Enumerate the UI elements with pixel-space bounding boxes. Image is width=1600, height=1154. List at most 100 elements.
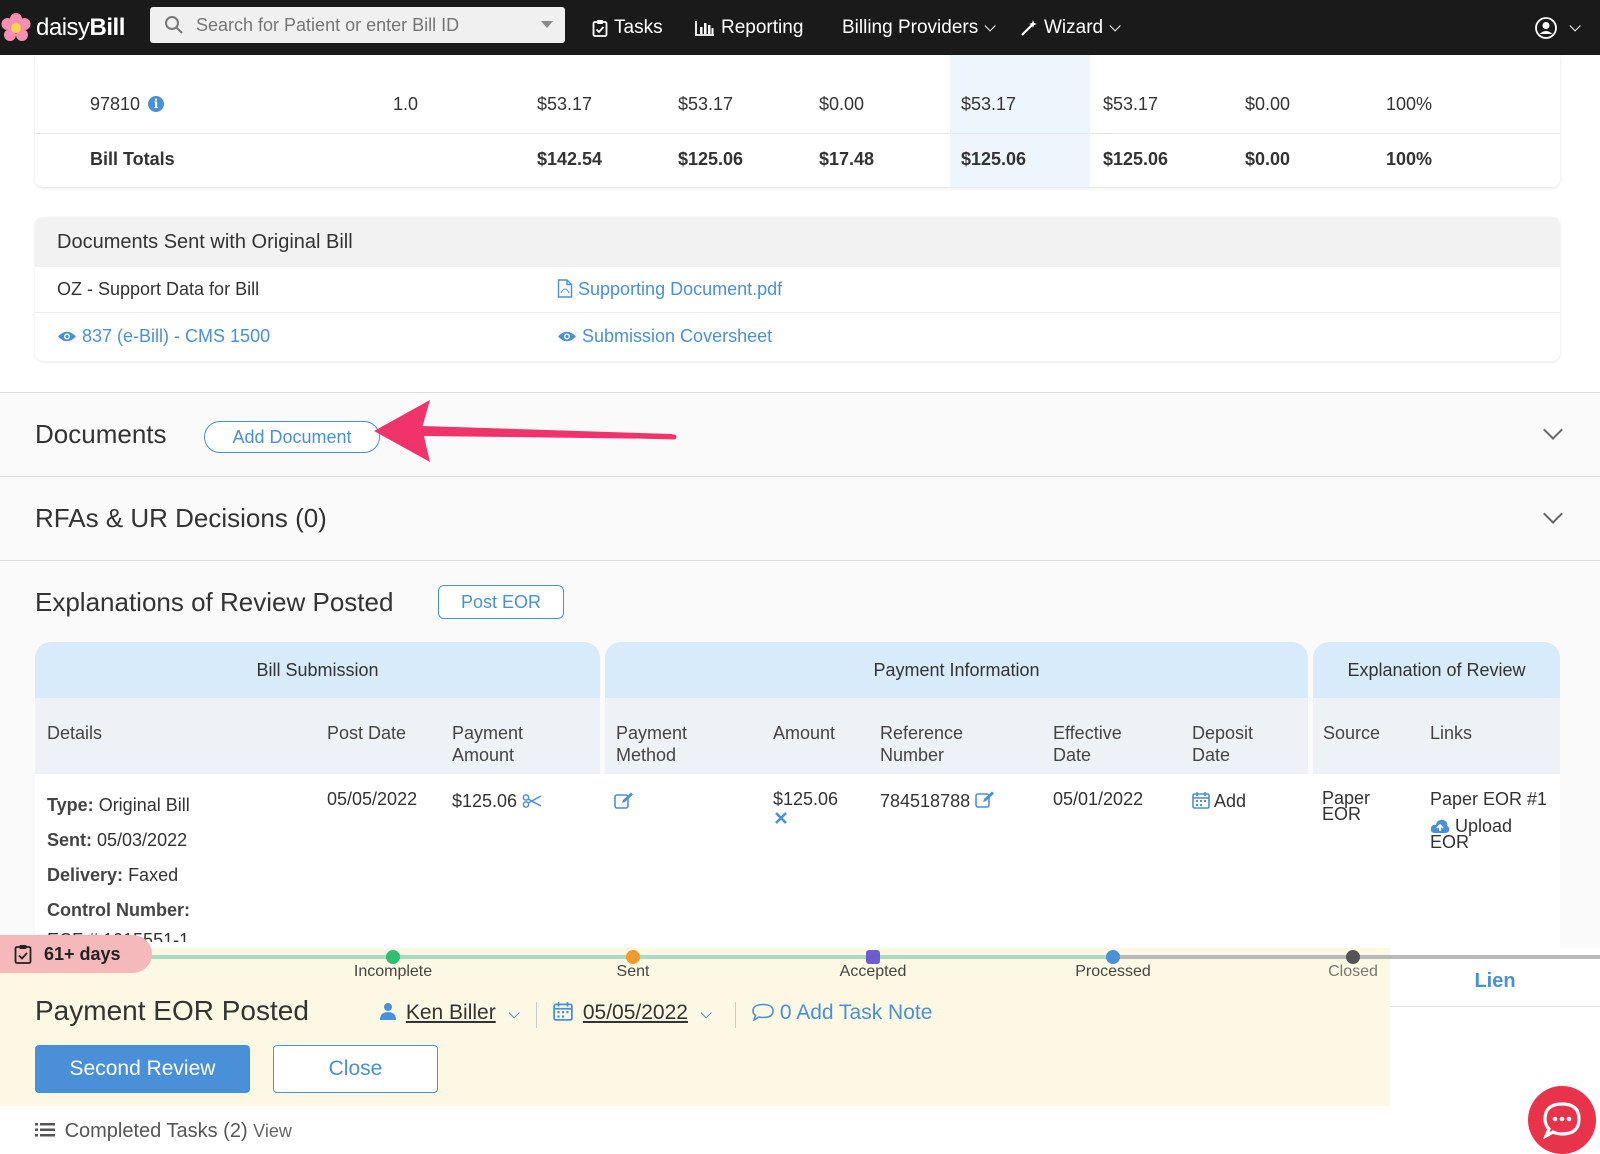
original-docs-title: Documents Sent with Original Bill — [35, 217, 1560, 267]
detail-sent: Sent: 05/03/2022 — [47, 830, 188, 850]
chevron-down-icon — [1109, 19, 1121, 32]
add-deposit-date-link[interactable]: Add — [1192, 790, 1246, 812]
step-closed-dot-icon — [1346, 950, 1360, 964]
payment-information-group-header: Payment Information — [605, 642, 1308, 698]
nav-wizard[interactable]: Wizard — [1020, 0, 1121, 55]
rfas-title: RFAs & UR Decisions (0) — [35, 503, 327, 533]
chevron-down-icon[interactable] — [1543, 504, 1563, 524]
col-amount: Amount — [773, 723, 836, 743]
paper-eor-link[interactable]: Paper EOR #1 — [1430, 788, 1547, 810]
remove-x-icon[interactable] — [775, 812, 787, 824]
daisybill-logo[interactable]: daisyBill — [0, 0, 148, 55]
assignee-dropdown[interactable]: Ken Biller — [380, 1001, 520, 1025]
post-date-value: 05/05/2022 — [327, 789, 418, 809]
step-incomplete-check-icon — [386, 950, 400, 964]
chevron-down-icon[interactable] — [1543, 420, 1563, 440]
task-date-dropdown[interactable]: 05/05/2022 — [553, 1001, 712, 1025]
step-accepted-check-icon — [866, 950, 880, 964]
comment-icon — [752, 1003, 774, 1022]
user-icon — [380, 1003, 396, 1020]
second-review-button[interactable]: Second Review — [35, 1045, 250, 1093]
chat-bubble-icon — [1542, 1102, 1581, 1139]
total-balance: $17.48 — [819, 149, 875, 169]
line-items-table — [35, 55, 1560, 187]
chat-button[interactable] — [1528, 1086, 1596, 1154]
task-side-panel: Lien — [1390, 948, 1600, 1106]
calendar-icon — [553, 1002, 573, 1021]
patient-search[interactable] — [150, 7, 565, 43]
post-eor-button[interactable]: Post EOR — [438, 585, 564, 619]
chevron-down-icon — [984, 19, 997, 32]
magic-wand-icon — [1021, 19, 1037, 36]
total-expected: $125.06 — [961, 149, 1027, 169]
col-deposit-date: Deposit Date — [1192, 723, 1254, 765]
bill-totals-label: Bill Totals — [90, 149, 175, 169]
step-label: Processed — [1075, 963, 1151, 980]
list-icon — [35, 1123, 55, 1137]
add-document-button[interactable]: Add Document — [204, 421, 380, 453]
close-button[interactable]: Close — [273, 1045, 438, 1093]
divider — [536, 1002, 537, 1028]
view-completed-link[interactable]: View — [253, 1121, 292, 1141]
col-payment-amount: Payment Amount — [452, 723, 524, 765]
nav-reporting[interactable]: Reporting — [695, 0, 803, 55]
chevron-down-icon — [1569, 19, 1581, 32]
pdf-file-icon — [557, 279, 573, 298]
original-bill-documents: Documents Sent with Original Bill OZ - S… — [35, 217, 1560, 361]
task-status-title: Payment EOR Posted — [35, 995, 309, 1026]
nav-wizard-label: Wizard — [1044, 16, 1104, 38]
paid-cell: $53.17 — [1103, 94, 1159, 114]
total-paid: $125.06 — [1103, 149, 1169, 169]
eye-icon — [58, 331, 76, 342]
step-label: Sent — [616, 963, 650, 980]
col-source: Source — [1323, 723, 1381, 743]
nav-tasks-label: Tasks — [614, 16, 663, 38]
rfas-section: RFAs & UR Decisions (0) — [0, 476, 1600, 560]
expected-cell: $53.17 — [961, 94, 1017, 114]
search-icon — [165, 16, 183, 34]
add-task-note-link[interactable]: 0 Add Task Note — [752, 1001, 932, 1025]
effective-date-value: 05/01/2022 — [1053, 789, 1144, 809]
clipboard-check-icon — [14, 945, 32, 964]
search-dropdown-caret-icon[interactable] — [541, 21, 553, 28]
info-icon[interactable]: i — [148, 96, 165, 112]
user-menu[interactable] — [1535, 0, 1581, 55]
charge-cell: $53.17 — [537, 94, 593, 114]
col-links: Links — [1430, 723, 1473, 743]
divider — [1390, 1006, 1600, 1007]
detail-type: Type: Original Bill — [47, 795, 190, 815]
document-row: 837 (e-Bill) - CMS 1500 Submission Cover… — [35, 313, 1560, 359]
total-fee-schedule: $125.06 — [678, 149, 744, 169]
source-value: Paper EOR — [1322, 788, 1371, 824]
submission-coversheet-link[interactable]: Submission Coversheet — [557, 326, 772, 347]
eor-title: Explanations of Review Posted — [35, 587, 394, 617]
nav-tasks[interactable]: Tasks — [592, 0, 663, 55]
col-post-date: Post Date — [327, 723, 407, 743]
annotation-arrow — [374, 400, 677, 462]
supporting-document-link[interactable]: Supporting Document.pdf — [557, 279, 782, 300]
service-code: 97810 i — [90, 94, 165, 115]
step-processed-dollar-icon — [1106, 950, 1120, 964]
edit-icon[interactable] — [614, 792, 634, 810]
edit-icon[interactable] — [975, 791, 995, 809]
days-badge: 61+ days — [0, 935, 152, 973]
search-input[interactable] — [196, 14, 526, 36]
bill-submission-group-header: Bill Submission — [35, 642, 600, 698]
scissors-icon[interactable] — [522, 794, 542, 808]
step-label: Closed — [1328, 963, 1378, 980]
top-navbar: daisyBill Tasks Reporting Billing Provid… — [0, 0, 1600, 55]
reference-number-value: 784518788 — [880, 790, 995, 812]
payment-amount-value: $125.06 — [452, 790, 542, 812]
nav-billing-providers[interactable]: Billing Providers — [842, 0, 997, 55]
upload-eor-link[interactable]: Upload EOR — [1430, 817, 1550, 851]
step-label: Accepted — [839, 963, 907, 980]
lien-tab[interactable]: Lien — [1390, 970, 1600, 993]
logo-text-bold: Bill — [89, 13, 126, 41]
total-percent: 100% — [1386, 149, 1433, 169]
col-payment-method: Payment Method — [616, 723, 688, 765]
total-remaining: $0.00 — [1245, 149, 1291, 169]
document-row: OZ - Support Data for Bill Supporting Do… — [35, 267, 1560, 313]
completed-tasks-toggle[interactable]: Completed Tasks (2) View — [35, 1120, 292, 1143]
units-cell: 1.0 — [393, 94, 419, 114]
ebill-cms1500-link[interactable]: 837 (e-Bill) - CMS 1500 — [57, 326, 270, 347]
